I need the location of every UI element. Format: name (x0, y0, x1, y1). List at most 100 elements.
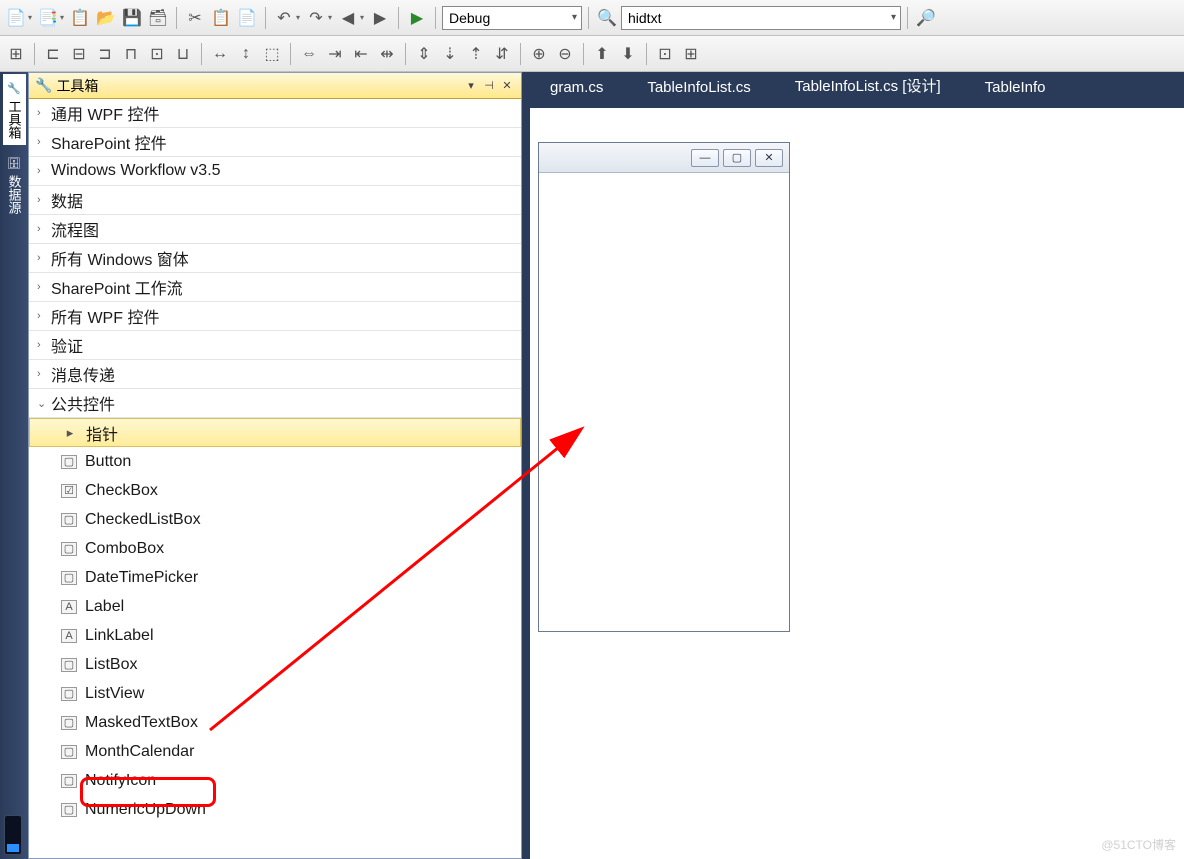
close-icon[interactable]: ✕ (499, 78, 515, 94)
item-label: DateTimePicker (85, 569, 198, 587)
doc-tab[interactable]: TableInfoList.cs [设计] (773, 71, 963, 102)
toolbox-category[interactable]: ›所有 WPF 控件 (29, 302, 521, 331)
vspace-equal-icon[interactable]: ⇕ (412, 42, 436, 66)
vspace-dec-icon[interactable]: ⇡ (464, 42, 488, 66)
hspace-remove-icon[interactable]: ⇹ (375, 42, 399, 66)
align-top-icon[interactable]: ⊓ (119, 42, 143, 66)
dropdown-icon[interactable]: ▾ (463, 78, 479, 94)
A-icon: A (61, 629, 77, 643)
toolbox-item-listbox[interactable]: ▢ListBox (29, 650, 521, 679)
toolbox-item-label[interactable]: ALabel (29, 592, 521, 621)
open-folder-icon[interactable]: 📂 (94, 6, 118, 30)
align-middle-icon[interactable]: ⊡ (145, 42, 169, 66)
start-debug-icon[interactable]: ▶ (405, 6, 429, 30)
chevron-right-icon: › (37, 107, 51, 119)
wrench-icon: 🔧 (35, 77, 52, 94)
close-icon[interactable]: ✕ (755, 149, 783, 167)
find-combo[interactable]: hidtxt (621, 6, 901, 30)
minimize-icon[interactable]: ― (691, 149, 719, 167)
find-icon[interactable]: 🔍 (595, 6, 619, 30)
toolbox-item-maskedtextbox[interactable]: ▢MaskedTextBox (29, 708, 521, 737)
toolbox-item-button[interactable]: ▢Button (29, 447, 521, 476)
new-item-icon[interactable]: 📑 (36, 6, 60, 30)
add-item-icon[interactable]: 📋 (68, 6, 92, 30)
same-width-icon[interactable]: ↔ (208, 42, 232, 66)
toolbox-category[interactable]: ›验证 (29, 331, 521, 360)
toolbox-item-listview[interactable]: ▢ListView (29, 679, 521, 708)
doc-tab[interactable]: gram.cs (528, 75, 625, 102)
form-designer-window[interactable]: ― ▢ ✕ (538, 142, 790, 632)
doc-tab[interactable]: TableInfoList.cs (625, 75, 772, 102)
same-size-icon[interactable]: ⬚ (260, 42, 284, 66)
toolbox-item-monthcalendar[interactable]: ▢MonthCalendar (29, 737, 521, 766)
tab-order-icon[interactable]: ⊡ (653, 42, 677, 66)
sidebar-tab-datasource[interactable]: 🗄 数据源 (3, 149, 26, 220)
same-height-icon[interactable]: ↕ (234, 42, 258, 66)
undo-icon[interactable]: ↶ (272, 6, 296, 30)
vspace-remove-icon[interactable]: ⇵ (490, 42, 514, 66)
save-icon[interactable]: 💾 (120, 6, 144, 30)
toolbox-category[interactable]: ›数据 (29, 186, 521, 215)
toolbox-category[interactable]: ›SharePoint 工作流 (29, 273, 521, 302)
category-label: SharePoint 控件 (51, 130, 167, 154)
hspace-equal-icon[interactable]: ⇔ (297, 42, 321, 66)
toolbox-category[interactable]: ›所有 Windows 窗体 (29, 244, 521, 273)
toolbox-item-datetimepicker[interactable]: ▢DateTimePicker (29, 563, 521, 592)
copy-icon[interactable]: 📋 (209, 6, 233, 30)
mask-icon: ▢ (61, 716, 77, 730)
pointer-icon: ▸ (62, 426, 78, 440)
toolbox-item-notifyicon[interactable]: ▢NotifyIcon (29, 766, 521, 795)
separator (583, 43, 584, 65)
center-vert-icon[interactable]: ⊖ (553, 42, 577, 66)
paste-icon[interactable]: 📄 (235, 6, 259, 30)
bring-front-icon[interactable]: ⬆ (590, 42, 614, 66)
toolbox-item-checkbox[interactable]: ☑CheckBox (29, 476, 521, 505)
pin-icon[interactable]: ⊣ (481, 78, 497, 94)
doc-tab[interactable]: TableInfo (963, 75, 1068, 102)
toolbox-list[interactable]: ›通用 WPF 控件›SharePoint 控件›Windows Workflo… (29, 99, 521, 858)
toolbox-item-numericupdown[interactable]: ▢NumericUpDown (29, 795, 521, 824)
vspace-inc-icon[interactable]: ⇣ (438, 42, 462, 66)
toolbox-item-combobox[interactable]: ▢ComboBox (29, 534, 521, 563)
toolbox-header: 🔧 工具箱 ▾ ⊣ ✕ (29, 73, 521, 99)
toolbox-category[interactable]: ›消息传递 (29, 360, 521, 389)
form-titlebar: ― ▢ ✕ (539, 143, 789, 173)
align-right-icon[interactable]: ⊐ (93, 42, 117, 66)
send-back-icon[interactable]: ⬇ (616, 42, 640, 66)
toolbox-category[interactable]: ›Windows Workflow v3.5 (29, 157, 521, 186)
toolbox-category[interactable]: ›通用 WPF 控件 (29, 99, 521, 128)
design-surface[interactable]: ― ▢ ✕ (530, 108, 1184, 859)
cut-icon[interactable]: ✂ (183, 6, 207, 30)
toolbox-category[interactable]: ›流程图 (29, 215, 521, 244)
toolbox-category[interactable]: ⌄公共控件 (29, 389, 521, 418)
maximize-icon[interactable]: ▢ (723, 149, 751, 167)
new-project-icon[interactable]: 📄 (4, 6, 28, 30)
clist-icon: ▢ (61, 513, 77, 527)
configuration-combo[interactable]: Debug (442, 6, 582, 30)
redo-icon[interactable]: ↷ (304, 6, 328, 30)
hspace-inc-icon[interactable]: ⇥ (323, 42, 347, 66)
toolbox-panel: 🔧 工具箱 ▾ ⊣ ✕ ›通用 WPF 控件›SharePoint 控件›Win… (28, 72, 522, 859)
category-label: 所有 WPF 控件 (51, 304, 159, 328)
align-bottom-icon[interactable]: ⊔ (171, 42, 195, 66)
toolbox-item-checkedlistbox[interactable]: ▢CheckedListBox (29, 505, 521, 534)
side-tab-strip: 🔧 工具箱 🗄 数据源 (0, 72, 28, 859)
toolbox-category[interactable]: ›SharePoint 控件 (29, 128, 521, 157)
hspace-dec-icon[interactable]: ⇤ (349, 42, 373, 66)
category-label: 公共控件 (51, 391, 115, 415)
merge-cells-icon[interactable]: ⊞ (679, 42, 703, 66)
toolbox-item-linklabel[interactable]: ALinkLabel (29, 621, 521, 650)
item-label: CheckBox (85, 482, 158, 500)
center-horiz-icon[interactable]: ⊕ (527, 42, 551, 66)
solution-explorer-icon[interactable]: 🔎 (914, 6, 938, 30)
align-left-icon[interactable]: ⊏ (41, 42, 65, 66)
category-label: 数据 (51, 188, 83, 212)
align-grid-icon[interactable]: ⊞ (4, 42, 28, 66)
toolbox-item-指针[interactable]: ▸指针 (29, 418, 521, 447)
ab-icon: ▢ (61, 455, 77, 469)
nav-back-icon[interactable]: ◀ (336, 6, 360, 30)
align-center-icon[interactable]: ⊟ (67, 42, 91, 66)
sidebar-tab-toolbox[interactable]: 🔧 工具箱 (3, 74, 26, 145)
nav-fwd-icon[interactable]: ▶ (368, 6, 392, 30)
save-all-icon[interactable]: 🗃 (146, 6, 170, 30)
